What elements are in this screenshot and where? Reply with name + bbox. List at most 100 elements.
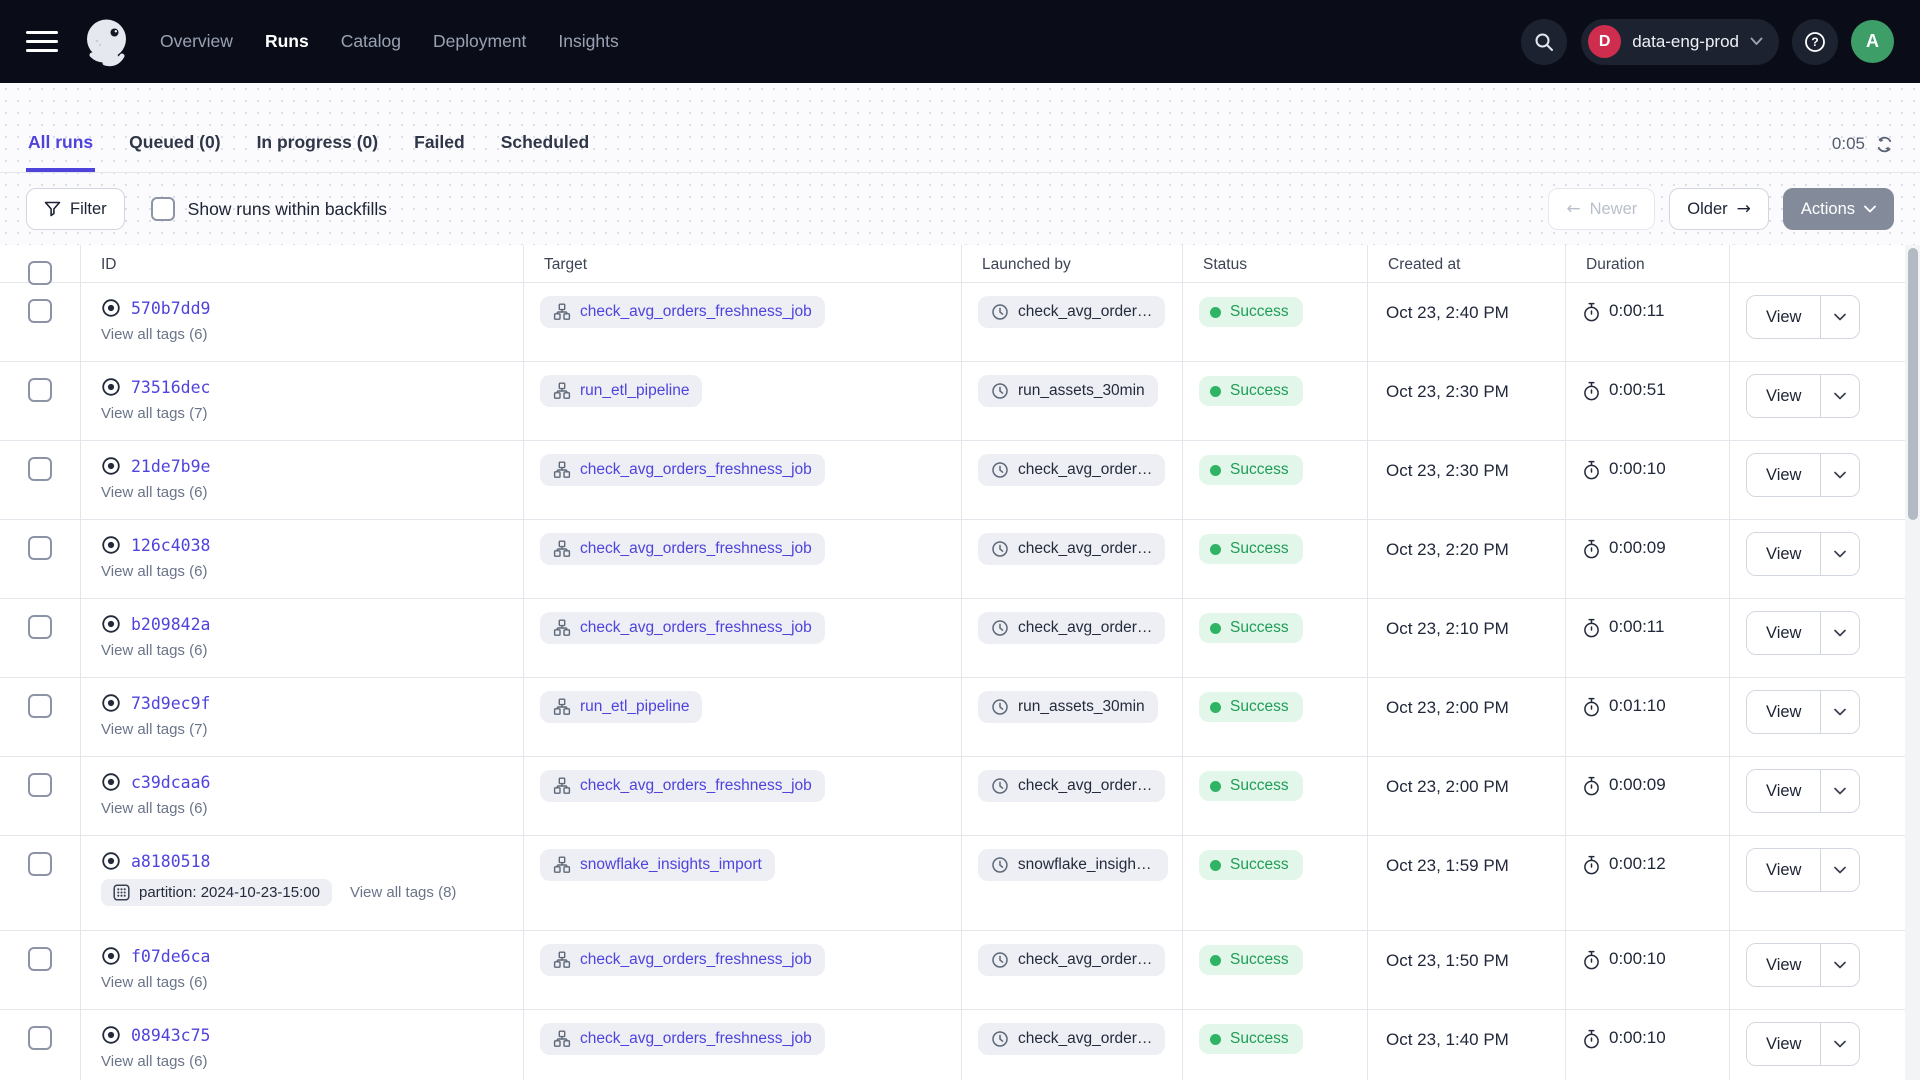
launched-by-tag[interactable]: check_avg_order… bbox=[978, 944, 1165, 976]
view-run-button[interactable]: View bbox=[1747, 296, 1820, 338]
svg-text:?: ? bbox=[1811, 35, 1818, 49]
refresh-icon[interactable] bbox=[1875, 135, 1894, 154]
row-checkbox[interactable] bbox=[28, 773, 52, 797]
row-checkbox[interactable] bbox=[28, 299, 52, 323]
help-button[interactable]: ? bbox=[1792, 19, 1838, 65]
view-run-button[interactable]: View bbox=[1747, 533, 1820, 575]
run-id-link[interactable]: a8180518 bbox=[131, 852, 210, 871]
view-dropdown-button[interactable] bbox=[1820, 1023, 1859, 1065]
nav-item-insights[interactable]: Insights bbox=[558, 31, 618, 52]
run-id-link[interactable]: 126c4038 bbox=[131, 536, 210, 555]
view-run-button[interactable]: View bbox=[1747, 612, 1820, 654]
launched-by-tag[interactable]: check_avg_order… bbox=[978, 296, 1165, 328]
view-dropdown-button[interactable] bbox=[1820, 612, 1859, 654]
launched-by-tag[interactable]: run_assets_30min bbox=[978, 691, 1158, 723]
menu-icon[interactable] bbox=[26, 31, 58, 52]
target-job-link[interactable]: snowflake_insights_import bbox=[540, 849, 775, 881]
target-job-link[interactable]: check_avg_orders_freshness_job bbox=[540, 612, 825, 644]
run-id-link[interactable]: 08943c75 bbox=[131, 1026, 210, 1045]
avatar[interactable]: A bbox=[1851, 20, 1894, 63]
view-run-button[interactable]: View bbox=[1747, 849, 1820, 891]
view-all-tags-link[interactable]: View all tags (6) bbox=[101, 484, 207, 501]
view-split-button: View bbox=[1746, 690, 1860, 734]
view-run-button[interactable]: View bbox=[1747, 944, 1820, 986]
scrollbar-thumb[interactable] bbox=[1908, 248, 1918, 520]
newer-button[interactable]: ← Newer bbox=[1548, 188, 1655, 230]
view-all-tags-link[interactable]: View all tags (6) bbox=[101, 642, 207, 659]
row-checkbox[interactable] bbox=[28, 1026, 52, 1050]
run-id-link[interactable]: 73d9ec9f bbox=[131, 694, 210, 713]
nav-item-runs[interactable]: Runs bbox=[265, 31, 309, 52]
nav-item-deployment[interactable]: Deployment bbox=[433, 31, 526, 52]
view-all-tags-link[interactable]: View all tags (6) bbox=[101, 1053, 207, 1070]
partition-tag[interactable]: partition: 2024-10-23-15:00 bbox=[101, 879, 332, 906]
run-id-link[interactable]: f07de6ca bbox=[131, 947, 210, 966]
launched-by-tag[interactable]: check_avg_order… bbox=[978, 612, 1165, 644]
view-split-button: View bbox=[1746, 453, 1860, 497]
actions-button[interactable]: Actions bbox=[1783, 188, 1894, 230]
row-checkbox[interactable] bbox=[28, 378, 52, 402]
launched-by-tag[interactable]: run_assets_30min bbox=[978, 375, 1158, 407]
target-job-link[interactable]: check_avg_orders_freshness_job bbox=[540, 296, 825, 328]
view-all-tags-link[interactable]: View all tags (6) bbox=[101, 800, 207, 817]
launched-by-tag[interactable]: check_avg_order… bbox=[978, 1023, 1165, 1055]
view-all-tags-link[interactable]: View all tags (6) bbox=[101, 974, 207, 991]
view-run-button[interactable]: View bbox=[1747, 770, 1820, 812]
view-all-tags-link[interactable]: View all tags (8) bbox=[350, 884, 456, 901]
run-id-link[interactable]: b209842a bbox=[131, 615, 210, 634]
view-all-tags-link[interactable]: View all tags (7) bbox=[101, 721, 207, 738]
view-all-tags-link[interactable]: View all tags (7) bbox=[101, 405, 207, 422]
tab-in-progress-0[interactable]: In progress (0) bbox=[255, 132, 381, 172]
view-run-button[interactable]: View bbox=[1747, 375, 1820, 417]
nav-item-catalog[interactable]: Catalog bbox=[341, 31, 401, 52]
show-backfills-checkbox[interactable] bbox=[151, 197, 175, 221]
run-id-link[interactable]: 73516dec bbox=[131, 378, 210, 397]
select-all-checkbox[interactable] bbox=[28, 261, 52, 285]
view-run-button[interactable]: View bbox=[1747, 1023, 1820, 1065]
row-checkbox[interactable] bbox=[28, 852, 52, 876]
view-dropdown-button[interactable] bbox=[1820, 849, 1859, 891]
search-button[interactable] bbox=[1521, 19, 1567, 65]
view-all-tags-link[interactable]: View all tags (6) bbox=[101, 326, 207, 343]
launched-by-tag[interactable]: check_avg_order… bbox=[978, 770, 1165, 802]
deployment-switcher[interactable]: D data-eng-prod bbox=[1581, 19, 1779, 65]
row-checkbox[interactable] bbox=[28, 615, 52, 639]
target-job-link[interactable]: check_avg_orders_freshness_job bbox=[540, 944, 825, 976]
clock-icon bbox=[991, 777, 1009, 795]
target-job-link[interactable]: check_avg_orders_freshness_job bbox=[540, 1023, 825, 1055]
view-all-tags-link[interactable]: View all tags (6) bbox=[101, 563, 207, 580]
launched-by-tag[interactable]: check_avg_order… bbox=[978, 533, 1165, 565]
older-button[interactable]: Older → bbox=[1669, 188, 1769, 230]
launched-by-tag[interactable]: snowflake_insight… bbox=[978, 849, 1168, 881]
view-dropdown-button[interactable] bbox=[1820, 770, 1859, 812]
row-checkbox[interactable] bbox=[28, 536, 52, 560]
row-checkbox[interactable] bbox=[28, 457, 52, 481]
view-dropdown-button[interactable] bbox=[1820, 533, 1859, 575]
view-run-button[interactable]: View bbox=[1747, 691, 1820, 733]
target-job-link[interactable]: run_etl_pipeline bbox=[540, 691, 702, 723]
tab-scheduled[interactable]: Scheduled bbox=[499, 132, 592, 172]
row-checkbox[interactable] bbox=[28, 694, 52, 718]
tab-all-runs[interactable]: All runs bbox=[26, 132, 95, 172]
run-id-link[interactable]: 570b7dd9 bbox=[131, 299, 210, 318]
run-id-link[interactable]: 21de7b9e bbox=[131, 457, 210, 476]
view-dropdown-button[interactable] bbox=[1820, 944, 1859, 986]
target-job-link[interactable]: run_etl_pipeline bbox=[540, 375, 702, 407]
table-row: 73d9ec9f View all tags (7) run_etl_pipel… bbox=[0, 678, 1920, 757]
view-dropdown-button[interactable] bbox=[1820, 454, 1859, 496]
target-job-link[interactable]: check_avg_orders_freshness_job bbox=[540, 533, 825, 565]
run-id-link[interactable]: c39dcaa6 bbox=[131, 773, 210, 792]
tab-queued-0[interactable]: Queued (0) bbox=[127, 132, 222, 172]
view-dropdown-button[interactable] bbox=[1820, 375, 1859, 417]
tab-failed[interactable]: Failed bbox=[412, 132, 467, 172]
launched-by-tag[interactable]: check_avg_order… bbox=[978, 454, 1165, 486]
view-dropdown-button[interactable] bbox=[1820, 296, 1859, 338]
target-job-link[interactable]: check_avg_orders_freshness_job bbox=[540, 770, 825, 802]
filter-button[interactable]: Filter bbox=[26, 188, 125, 230]
view-dropdown-button[interactable] bbox=[1820, 691, 1859, 733]
nav-item-overview[interactable]: Overview bbox=[160, 31, 233, 52]
scrollbar-track[interactable] bbox=[1905, 245, 1920, 1080]
target-job-link[interactable]: check_avg_orders_freshness_job bbox=[540, 454, 825, 486]
row-checkbox[interactable] bbox=[28, 947, 52, 971]
view-run-button[interactable]: View bbox=[1747, 454, 1820, 496]
